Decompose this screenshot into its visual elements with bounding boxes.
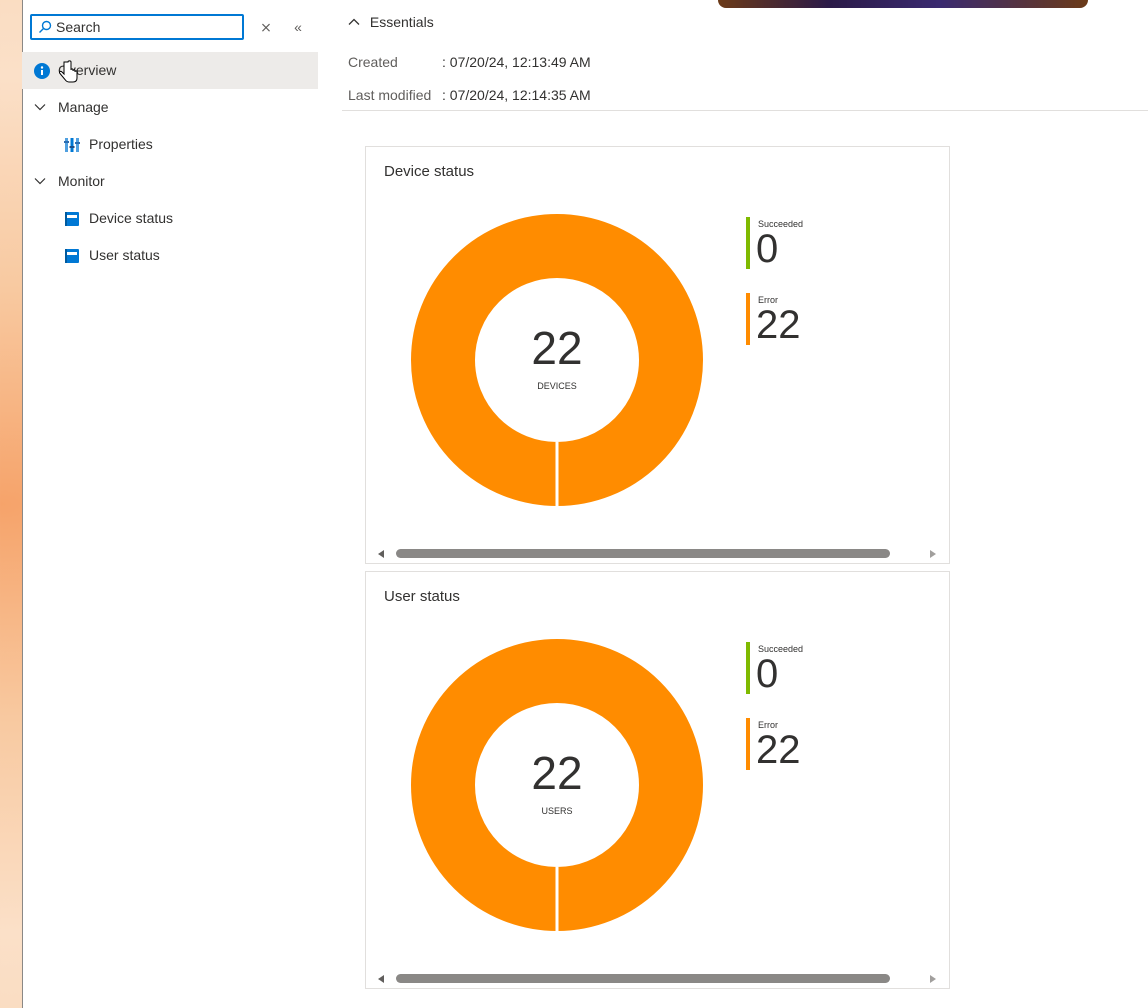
chevron-up-icon	[348, 14, 364, 30]
donut-chart[interactable]: 22 USERS	[410, 638, 704, 932]
banner-graphic	[718, 0, 1088, 8]
report-icon	[65, 249, 79, 263]
sidebar-item-user-status[interactable]: User status	[22, 237, 318, 274]
hand-cursor-icon	[58, 60, 78, 83]
scrollbar-thumb[interactable]	[396, 974, 890, 983]
essentials-title: Essentials	[369, 14, 434, 30]
legend-swatch	[746, 718, 750, 770]
sidebar-item-properties[interactable]: Properties	[22, 126, 318, 163]
sidebar-group-monitor[interactable]: Monitor	[22, 163, 318, 200]
legend-value: 22	[756, 303, 801, 347]
sidebar-item-label: Manage	[58, 99, 109, 115]
sidebar-item-label: User status	[89, 247, 160, 263]
report-icon	[65, 212, 79, 226]
scroll-left-icon[interactable]	[378, 975, 384, 983]
scroll-right-icon[interactable]	[930, 550, 936, 558]
chevron-down-icon	[34, 104, 46, 111]
scrollbar-thumb[interactable]	[396, 549, 890, 558]
created-value: : 07/20/24, 12:13:49 AM	[442, 54, 591, 70]
essentials-divider	[342, 110, 1148, 111]
clear-search-icon[interactable]: ⨯	[256, 17, 276, 37]
legend-swatch	[746, 217, 750, 269]
legend-value: 0	[756, 227, 779, 271]
legend-value: 0	[756, 652, 779, 696]
donut-total: 22	[531, 322, 583, 374]
sidebar-item-label: Device status	[89, 210, 174, 226]
sidebar-item-device-status[interactable]: Device status	[22, 200, 318, 237]
horizontal-scrollbar[interactable]	[376, 547, 940, 561]
donut-unit: USERS	[541, 806, 573, 816]
sidebar-group-manage[interactable]: Manage	[22, 89, 318, 126]
card-title: User status	[384, 588, 460, 605]
created-row: Created : 07/20/24, 12:13:49 AM	[348, 54, 591, 70]
donut-chart[interactable]: 22 DEVICES	[410, 213, 704, 507]
chevron-down-icon	[34, 178, 46, 185]
properties-icon	[64, 138, 80, 152]
sidebar: ⨯ « Overview Manage	[22, 0, 318, 1008]
sidebar-item-label: Monitor	[58, 173, 105, 189]
search-input[interactable]	[56, 18, 236, 36]
scroll-right-icon[interactable]	[930, 975, 936, 983]
legend-swatch	[746, 293, 750, 345]
donut-total: 22	[531, 747, 583, 799]
sidebar-item-label: Properties	[89, 136, 153, 152]
card-title: Device status	[384, 163, 475, 180]
info-icon	[34, 63, 50, 79]
search-row: ⨯ «	[30, 14, 316, 44]
modified-value: : 07/20/24, 12:14:35 AM	[442, 87, 591, 103]
donut-unit: DEVICES	[537, 381, 577, 391]
modified-label: Last modified	[348, 87, 432, 103]
horizontal-scrollbar[interactable]	[376, 972, 940, 986]
modified-row: Last modified : 07/20/24, 12:14:35 AM	[348, 87, 591, 103]
user-status-card[interactable]: User status 22 USERS Succeeded 0 Error 2…	[365, 571, 950, 989]
created-label: Created	[348, 54, 398, 70]
search-box[interactable]	[30, 14, 244, 40]
legend-swatch	[746, 642, 750, 694]
search-icon	[39, 20, 52, 33]
scroll-left-icon[interactable]	[378, 550, 384, 558]
collapse-sidebar-icon[interactable]: «	[288, 17, 308, 37]
device-status-card[interactable]: Device status 22 DEVICES Succeeded 0 Err…	[365, 146, 950, 564]
legend-value: 22	[756, 728, 801, 772]
essentials-toggle[interactable]: Essentials	[348, 14, 434, 30]
